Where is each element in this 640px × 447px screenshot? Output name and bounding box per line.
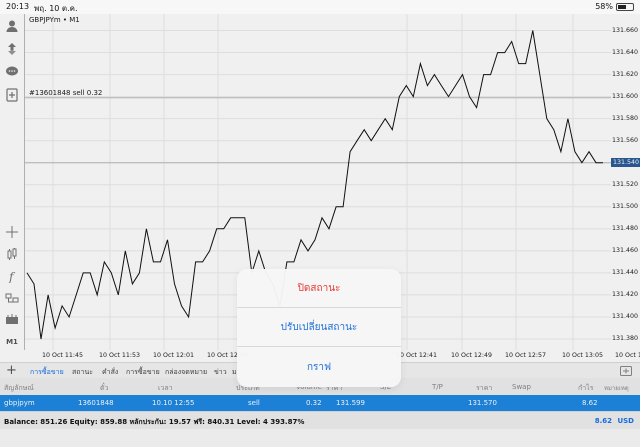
price-tick-label: 131.640	[612, 48, 639, 56]
price-tick-label: 131.440	[612, 268, 639, 276]
cell-type: sell	[248, 399, 260, 407]
tab-orders[interactable]: คำสั่ง	[102, 367, 118, 378]
header-ticket: ตั๋ว	[100, 384, 109, 392]
crosshair-icon[interactable]	[4, 224, 20, 240]
time-tick-label: 10 Oct 11:45	[42, 352, 84, 359]
header-tp: T/P	[432, 383, 443, 391]
header-comment: หมายเหตุ	[604, 385, 629, 392]
tab-history[interactable]: การซื้อขาย	[126, 367, 160, 378]
account-summary: Balance: 851.26 Equity: 859.88 หลักประกั…	[0, 411, 640, 429]
status-bar: 20:13 พฤ. 10 ต.ค. 58%	[0, 0, 640, 14]
header-current-price: ราคา	[476, 384, 493, 392]
header-symbol: สัญลักษณ์	[4, 384, 34, 392]
indicators-icon[interactable]	[4, 246, 20, 262]
header-time: เวลา	[158, 384, 173, 392]
price-axis: 131.660 131.640 131.620 131.600 131.580 131.5…	[610, 14, 640, 350]
chart-button[interactable]: กราฟ	[237, 347, 401, 387]
battery-percent: 58%	[595, 2, 613, 11]
time-tick-label: 10 Oct 11:53	[99, 352, 141, 359]
svg-text:f: f	[8, 270, 16, 283]
price-tick-label: 131.620	[612, 70, 639, 78]
price-tick-label: 131.380	[612, 334, 639, 342]
cell-price: 131.599	[336, 399, 365, 407]
battery-indicator: 58%	[595, 2, 634, 11]
account-currency: USD	[617, 417, 634, 425]
price-tick-label: 131.500	[612, 202, 639, 210]
balance-summary: Balance: 851.26 Equity: 859.88 หลักประกั…	[4, 418, 305, 426]
function-icon[interactable]: f	[4, 268, 20, 284]
chart-toolbar: f M1	[0, 14, 24, 364]
price-tick-label: 131.400	[612, 312, 639, 320]
price-tick-label: 131.420	[612, 290, 639, 298]
price-tick-label: 131.560	[612, 136, 639, 144]
cell-current-price: 131.570	[468, 399, 497, 407]
account-icon[interactable]	[4, 18, 20, 34]
time-tick-label: 10 Oct 13:05	[562, 352, 604, 359]
objects-icon[interactable]	[4, 290, 20, 306]
trade-arrows-icon[interactable]	[4, 41, 20, 57]
status-time: 20:13	[6, 2, 30, 11]
close-position-button[interactable]: ปิดสถานะ	[237, 269, 401, 308]
cell-volume: 0.32	[306, 399, 322, 407]
symbol-label: GBPJPYm • M1	[29, 16, 80, 24]
time-tick-label: 10 Oct 12:01	[153, 352, 195, 359]
total-profit: 8.62	[594, 417, 612, 425]
timeframe-m1-icon[interactable]: M1	[4, 334, 20, 350]
time-tick-label: 10 Oct 13:13	[615, 352, 640, 359]
price-tick-label: 131.580	[612, 114, 639, 122]
table-row[interactable]: gbpjpym 13601848 10.10 12:55 sell 0.32 1…	[0, 395, 640, 411]
cell-ticket: 13601848	[78, 399, 114, 407]
tab-mailbox[interactable]: กล่องจดหมาย	[165, 367, 207, 378]
price-tick-label: 131.480	[612, 224, 639, 232]
bottom-spacer	[0, 429, 640, 447]
modify-position-button[interactable]: ปรับเปลี่ยนสถานะ	[237, 308, 401, 347]
time-tick-label: 10 Oct 12:41	[396, 352, 438, 359]
price-tick-label: 131.460	[612, 246, 639, 254]
cell-symbol: gbpjpym	[4, 399, 35, 407]
current-price-tag: 131.540	[611, 158, 640, 168]
chart-type-icon[interactable]	[4, 312, 20, 328]
time-tick-label: 10 Oct 12:49	[451, 352, 493, 359]
price-tick-label: 131.660	[612, 26, 639, 34]
price-tick-label: 131.520	[612, 180, 639, 188]
tab-news[interactable]: ข่าว	[214, 367, 227, 378]
tab-more[interactable]: ม	[232, 367, 237, 378]
position-action-sheet: ปิดสถานะ ปรับเปลี่ยนสถานะ กราฟ	[237, 269, 401, 387]
time-tick-label: 10 Oct 12:57	[505, 352, 547, 359]
add-button[interactable]: +	[6, 364, 17, 377]
order-line-label: #13601848 sell 0.32	[29, 88, 103, 97]
header-profit: กำไร	[578, 384, 594, 392]
chat-icon[interactable]	[4, 64, 20, 80]
cell-time: 10.10 12:55	[152, 399, 195, 407]
price-tick-label: 131.600	[612, 92, 639, 100]
header-swap: Swap	[512, 383, 531, 391]
cell-profit: 8.62	[582, 399, 598, 407]
expand-panel-icon[interactable]	[620, 366, 632, 376]
battery-icon	[616, 2, 634, 11]
new-order-icon[interactable]	[4, 87, 20, 103]
tab-positions[interactable]: สถานะ	[72, 367, 93, 378]
